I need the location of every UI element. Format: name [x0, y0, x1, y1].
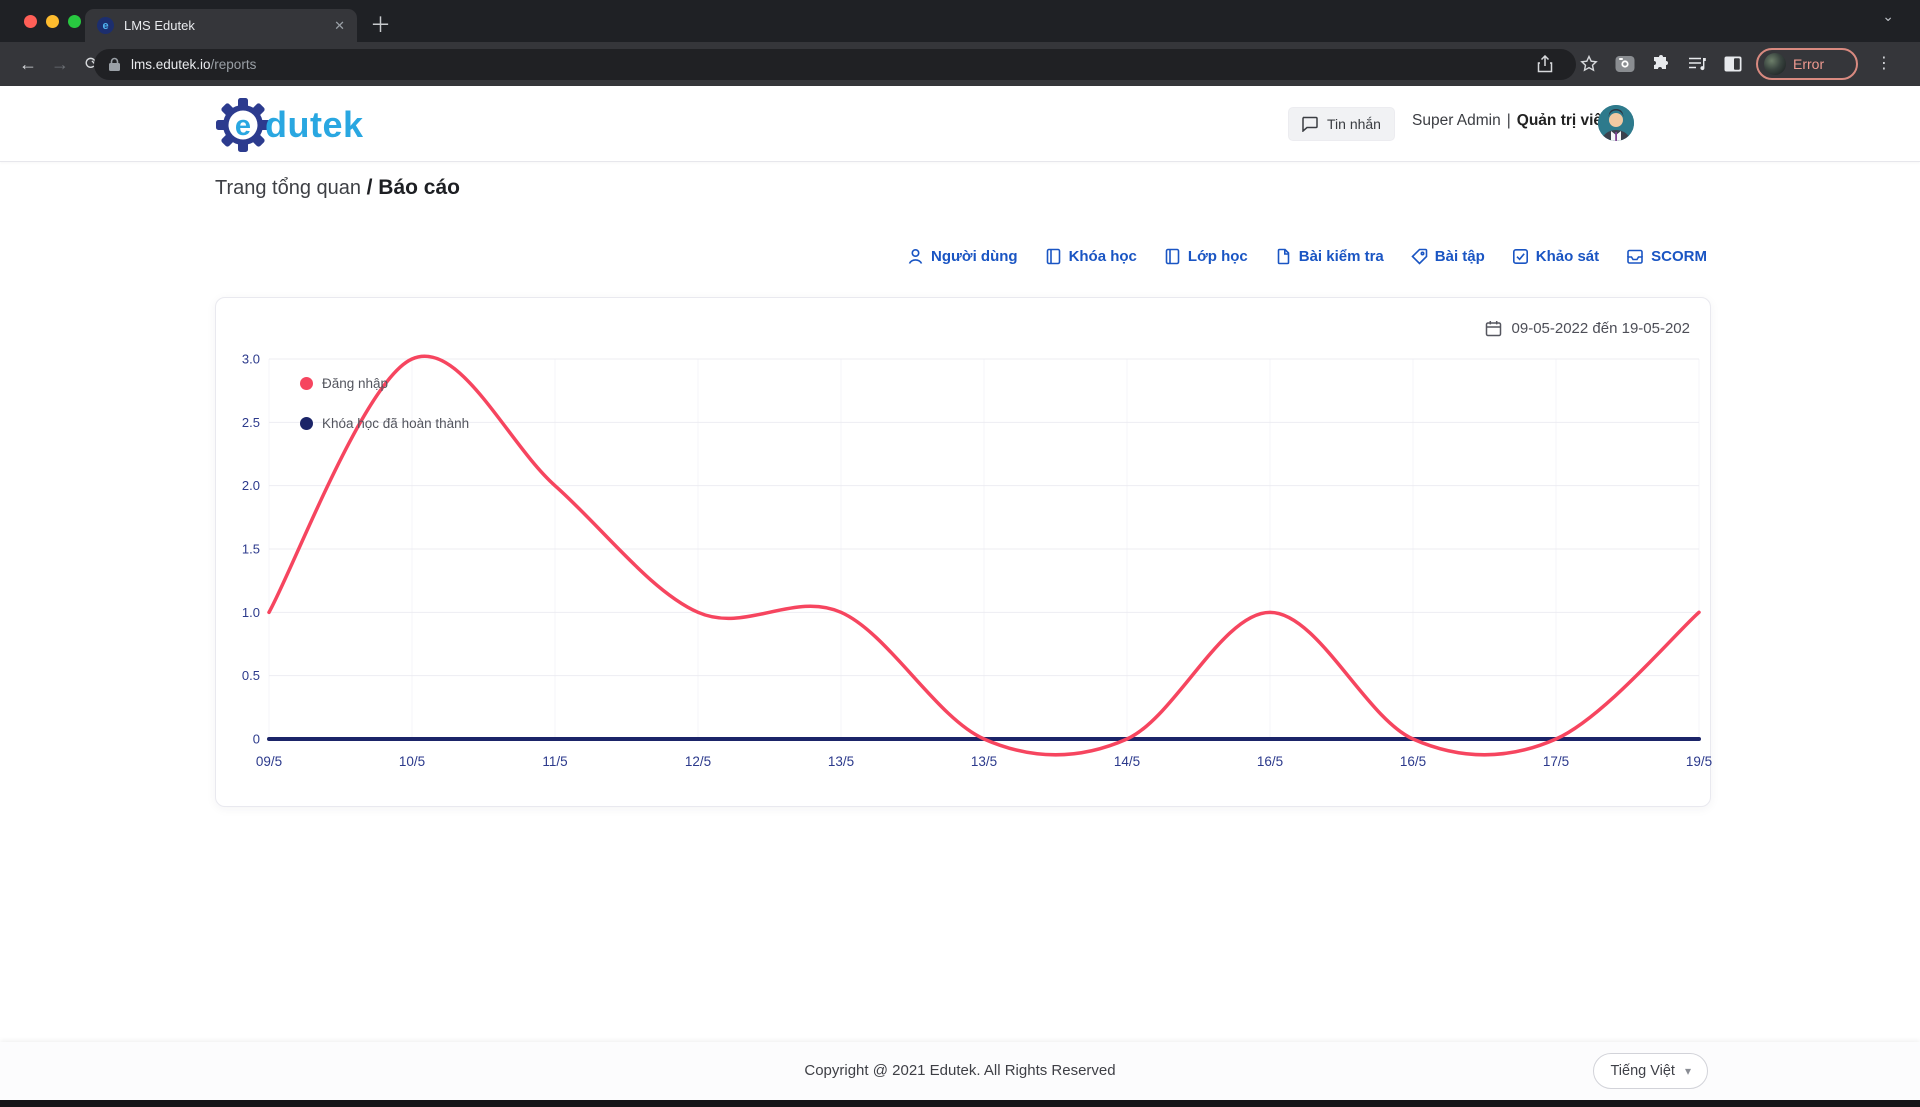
chevron-down-icon: ▾ — [1684, 1064, 1691, 1078]
inbox-icon — [1627, 249, 1643, 264]
legend-dot-navy — [300, 417, 313, 430]
chat-bubble-icon — [1302, 116, 1318, 132]
language-selector[interactable]: Tiếng Việt ▾ — [1593, 1053, 1708, 1089]
page-footer: Copyright @ 2021 Edutek. All Rights Rese… — [0, 1042, 1920, 1100]
book-icon — [1165, 248, 1180, 265]
nav-label: Người dùng — [931, 248, 1018, 265]
minimize-window-button[interactable] — [46, 15, 59, 28]
file-icon — [1277, 248, 1290, 265]
url-text: lms.edutek.io/reports — [131, 56, 256, 74]
svg-text:2.0: 2.0 — [242, 478, 260, 493]
legend-label: Đăng nhập — [322, 376, 389, 391]
breadcrumb-current: Báo cáo — [378, 176, 460, 199]
calendar-icon — [1485, 321, 1501, 337]
forward-button[interactable]: → — [46, 42, 74, 86]
svg-text:16/5: 16/5 — [1400, 754, 1426, 769]
bookmark-star-icon[interactable] — [1578, 53, 1600, 75]
logo-text: dutek — [265, 104, 364, 145]
browser-titlebar: e LMS Edutek ✕ ＋ ⌄ — [0, 0, 1920, 42]
nav-item-tests[interactable]: Bài kiểm tra — [1275, 248, 1384, 265]
nav-label: Bài kiểm tra — [1298, 248, 1384, 265]
nav-item-classes[interactable]: Lớp học — [1164, 248, 1248, 265]
legend-dot-red — [300, 377, 313, 390]
svg-text:17/5: 17/5 — [1543, 754, 1569, 769]
breadcrumb-divider: / — [366, 176, 373, 199]
svg-text:19/5: 19/5 — [1686, 754, 1712, 769]
nav-item-scorm[interactable]: SCORM — [1626, 248, 1707, 265]
tag-pen-icon — [1411, 248, 1428, 265]
nav-label: Bài tập — [1434, 248, 1485, 265]
nav-label: Khảo sát — [1535, 248, 1600, 265]
svg-text:13/5: 13/5 — [828, 754, 854, 769]
user-icon — [908, 248, 923, 264]
breadcrumb-parent[interactable]: Trang tổng quan — [215, 177, 361, 199]
edutek-logo[interactable]: e dutek — [215, 97, 364, 153]
svg-text:0: 0 — [253, 732, 260, 747]
profile-avatar — [1764, 53, 1786, 75]
profile-error-label: Error — [1793, 56, 1825, 72]
svg-text:12/5: 12/5 — [685, 754, 711, 769]
lock-icon — [109, 57, 120, 71]
nav-item-assignments[interactable]: Bài tập — [1411, 248, 1485, 265]
user-name: Super Admin — [1412, 112, 1501, 129]
close-window-button[interactable] — [24, 15, 37, 28]
svg-text:1.5: 1.5 — [242, 542, 260, 557]
site-favicon-icon: e — [97, 17, 114, 34]
date-range-label: 09-05-2022 đến 19-05-202 — [1511, 320, 1690, 337]
svg-text:11/5: 11/5 — [542, 754, 567, 769]
tab-search-chevron-icon[interactable]: ⌄ — [1882, 8, 1894, 25]
svg-text:16/5: 16/5 — [1257, 754, 1283, 769]
logo-gear-icon: e — [216, 98, 270, 152]
tab-title: LMS Edutek — [124, 18, 195, 33]
url-host: lms.edutek.io — [131, 56, 211, 72]
breadcrumb: Trang tổng quan / Báo cáo — [215, 176, 460, 200]
legend-item-logins[interactable]: Đăng nhập — [300, 376, 388, 391]
extensions-puzzle-icon[interactable] — [1650, 53, 1672, 75]
browser-tab[interactable]: e LMS Edutek ✕ — [85, 9, 357, 42]
report-chart-card: 0 0.5 1.0 1.5 2.0 2.5 3.0 09/5 10/5 11/5 12/5 13/5 1… — [215, 297, 1712, 807]
browser-menu-icon[interactable]: ⋮ — [1876, 42, 1892, 86]
nav-label: SCORM — [1651, 248, 1707, 265]
app-header: e dutek Tin nhắn Super Admin | Quản trị … — [0, 86, 1920, 162]
new-tab-button[interactable]: ＋ — [370, 9, 391, 42]
side-panel-icon[interactable] — [1722, 53, 1744, 75]
url-path: /reports — [210, 56, 257, 72]
messages-label: Tin nhắn — [1327, 116, 1381, 132]
svg-text:0.5: 0.5 — [242, 668, 260, 683]
svg-text:e: e — [235, 110, 251, 142]
browser-toolbar: ← → ⟳ lms.edutek.io/reports Error ⋮ — [0, 42, 1920, 86]
tab-close-icon[interactable]: ✕ — [334, 18, 345, 34]
svg-text:13/5: 13/5 — [971, 754, 997, 769]
legend-label: Khóa học đã hoàn thành — [322, 416, 470, 431]
user-separator: | — [1506, 112, 1511, 129]
window-bottom-edge — [0, 1100, 1920, 1107]
svg-text:1.0: 1.0 — [242, 605, 260, 620]
back-button[interactable]: ← — [14, 42, 42, 86]
share-icon[interactable] — [1534, 53, 1556, 75]
nav-item-surveys[interactable]: Khảo sát — [1512, 248, 1599, 265]
maximize-window-button[interactable] — [68, 15, 81, 28]
url-bar[interactable]: lms.edutek.io/reports — [94, 49, 1576, 80]
line-chart: 0 0.5 1.0 1.5 2.0 2.5 3.0 09/5 10/5 11/5 12/5 13/5 1… — [242, 352, 1712, 770]
nav-item-users[interactable]: Người dùng — [907, 248, 1018, 265]
svg-text:3.0: 3.0 — [242, 352, 260, 367]
user-avatar[interactable] — [1598, 105, 1634, 141]
svg-text:2.5: 2.5 — [242, 415, 260, 430]
report-nav: Người dùng Khóa học Lớp học Bài kiểm tra… — [907, 248, 1707, 265]
book-icon — [1046, 248, 1060, 265]
media-playlist-icon[interactable] — [1686, 53, 1708, 75]
profile-error-badge[interactable]: Error — [1756, 48, 1858, 80]
messages-button[interactable]: Tin nhắn — [1288, 107, 1395, 141]
legend-item-completed-courses[interactable]: Khóa học đã hoàn thành — [300, 416, 469, 431]
screenshot-camera-icon[interactable] — [1614, 53, 1636, 75]
date-range-picker[interactable]: 09-05-2022 đến 19-05-202 — [1485, 320, 1690, 337]
language-label: Tiếng Việt — [1610, 1063, 1675, 1079]
nav-label: Lớp học — [1187, 248, 1248, 265]
svg-text:10/5: 10/5 — [399, 754, 425, 769]
nav-item-courses[interactable]: Khóa học — [1045, 248, 1137, 265]
svg-text:09/5: 09/5 — [256, 754, 282, 769]
check-square-icon — [1512, 248, 1528, 264]
nav-label: Khóa học — [1068, 248, 1137, 265]
svg-text:14/5: 14/5 — [1114, 754, 1140, 769]
